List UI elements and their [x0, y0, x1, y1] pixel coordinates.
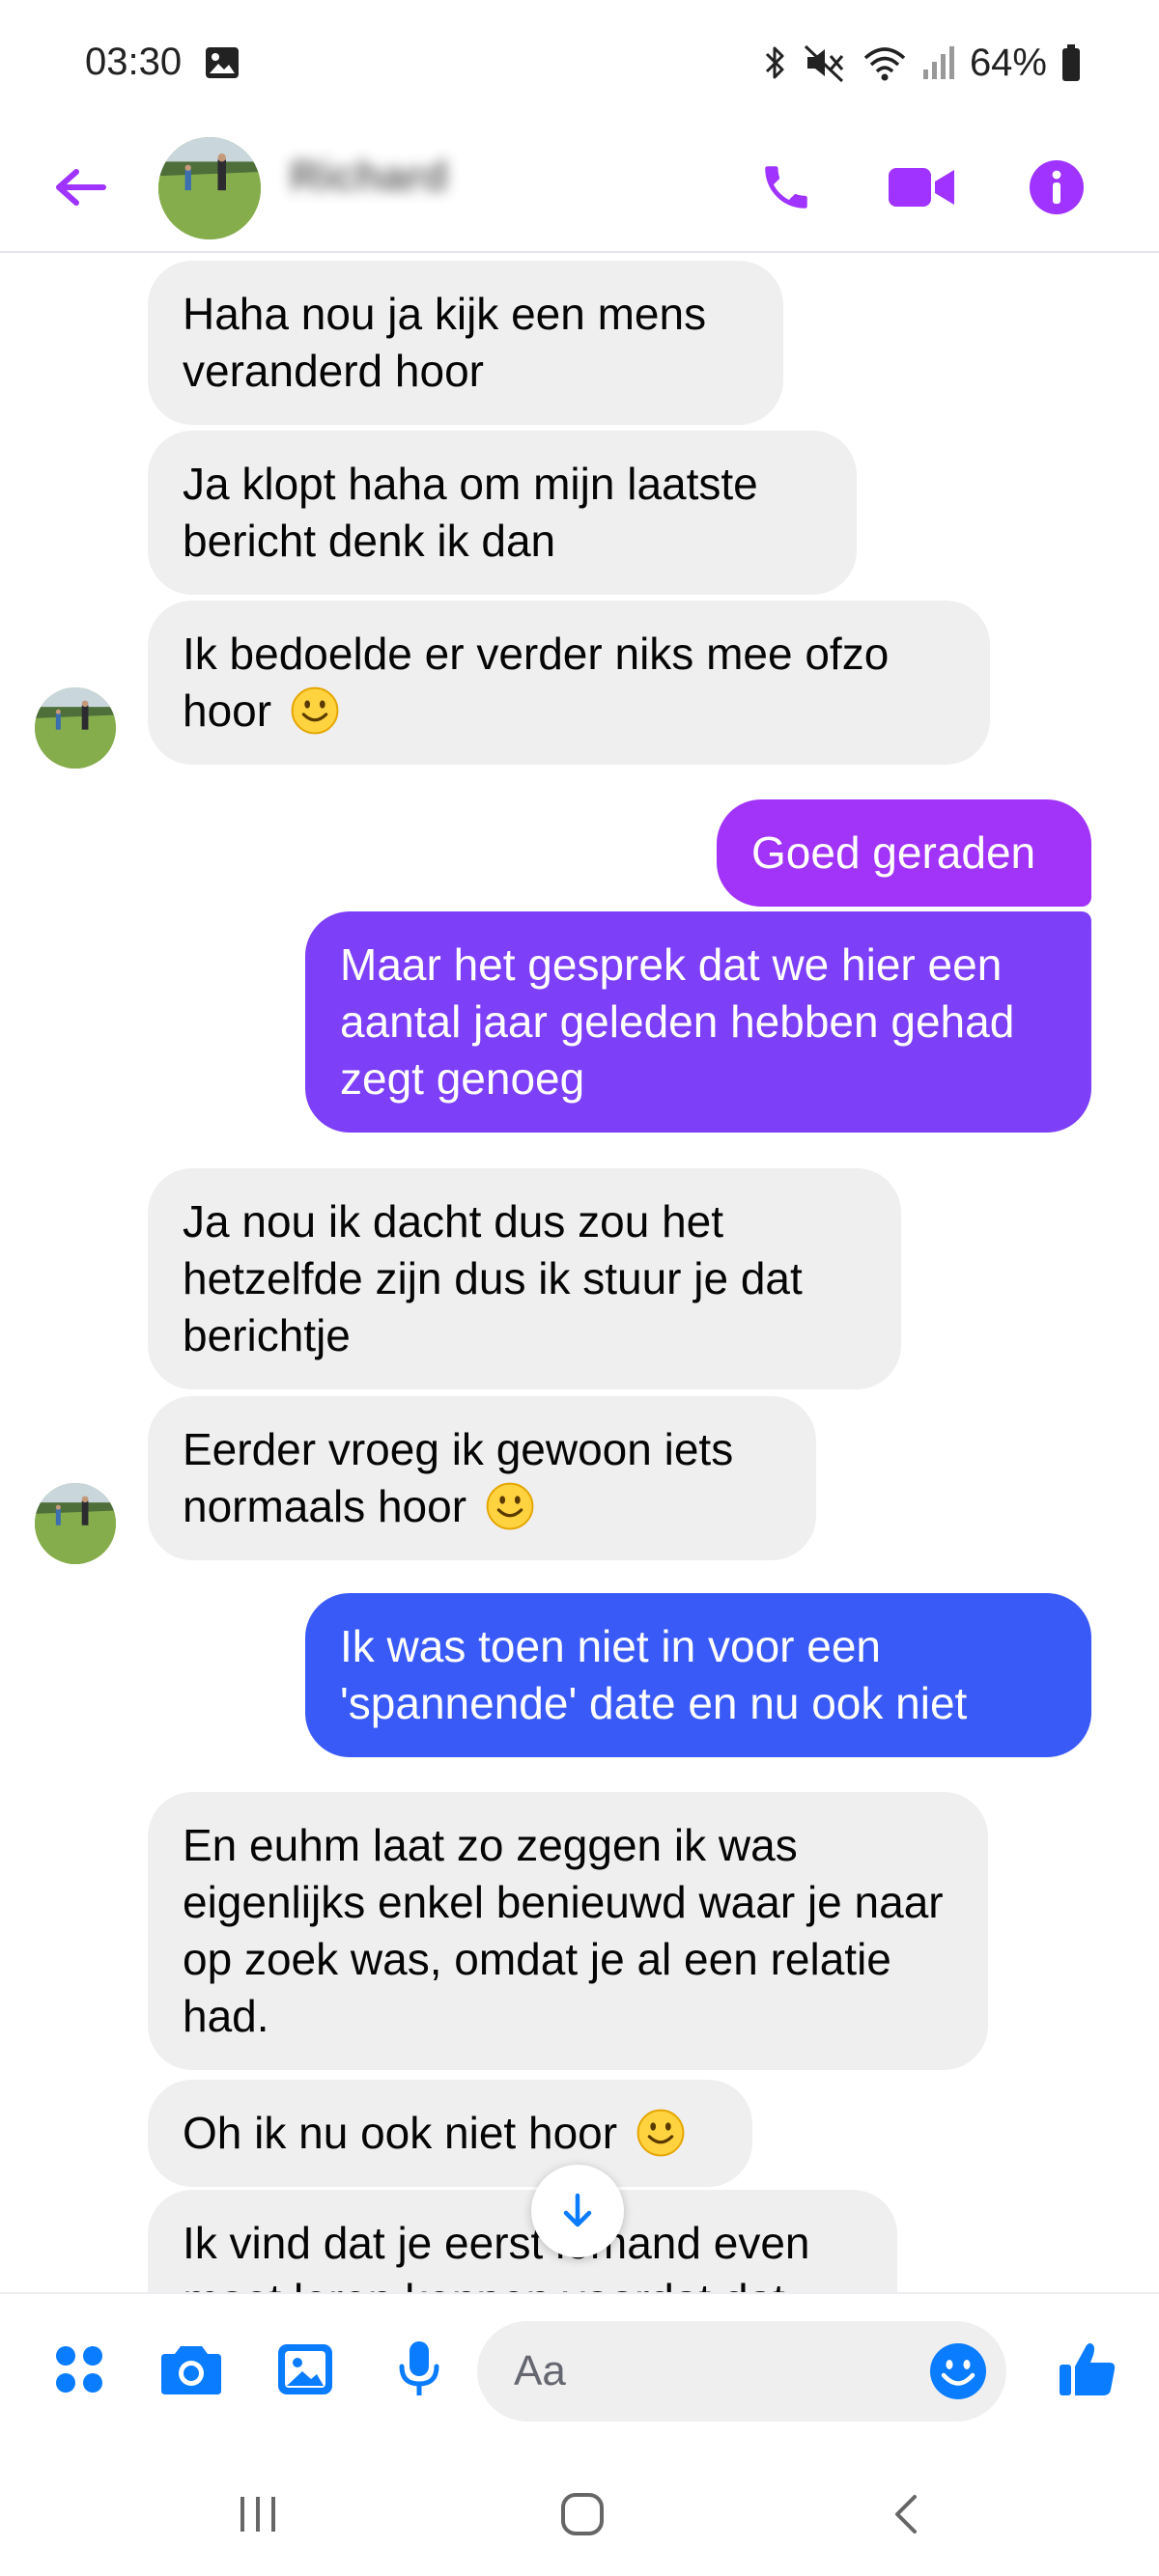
- bluetooth-icon: [765, 46, 784, 79]
- battery-icon: [1062, 44, 1080, 81]
- system-navigation-bar: [0, 2447, 1159, 2576]
- back-button[interactable]: [46, 149, 114, 226]
- contact-avatar-small[interactable]: [35, 1483, 116, 1564]
- gallery-icon: [206, 47, 239, 78]
- message-bubble-outgoing[interactable]: Maar het gesprek dat we hier een aantal …: [305, 911, 1091, 1133]
- wifi-icon: [863, 47, 906, 81]
- message-text: Maar het gesprek dat we hier een aantal …: [340, 939, 1015, 1104]
- arrow-down-icon: [563, 2193, 592, 2227]
- scroll-to-bottom-button[interactable]: [531, 2165, 624, 2257]
- signal-icon: [922, 46, 954, 79]
- message-bubble-outgoing[interactable]: Goed geraden: [717, 799, 1091, 907]
- message-bubble-incoming[interactable]: Oh ik nu ook niet hoor: [148, 2080, 752, 2187]
- emoji-button[interactable]: [919, 2333, 997, 2410]
- status-time: 03:30: [85, 41, 183, 83]
- message-text: Ja klopt haha om mijn laatste bericht de…: [183, 459, 758, 566]
- info-icon: [1030, 160, 1084, 214]
- phone-icon: [765, 166, 807, 209]
- video-call-button[interactable]: [879, 145, 964, 230]
- status-bar: 03:30 64%: [0, 0, 1159, 126]
- gallery-button[interactable]: [265, 2329, 346, 2410]
- message-bubble-incoming[interactable]: Ja klopt haha om mijn laatste bericht de…: [148, 431, 857, 595]
- message-bubble-incoming[interactable]: Ja nou ik dacht dus zou het hetzelfde zi…: [148, 1168, 901, 1389]
- apps-grid-icon: [56, 2346, 102, 2393]
- avatar-image: [35, 1483, 116, 1564]
- slightly-smiling-face-icon: [636, 2108, 686, 2158]
- home-icon: [561, 2493, 604, 2535]
- message-bubble-incoming[interactable]: Haha nou ja kijk een mens veranderd hoor: [148, 261, 783, 425]
- contact-avatar[interactable]: [158, 137, 261, 239]
- gallery-icon: [278, 2344, 332, 2394]
- message-bubble-incoming[interactable]: Eerder vroeg ik gewoon iets normaals hoo…: [148, 1396, 816, 1560]
- thumbs-up-icon: [1060, 2343, 1116, 2395]
- avatar-image: [35, 687, 116, 769]
- camera-button[interactable]: [151, 2329, 232, 2410]
- status-icons: 64%: [761, 39, 1082, 87]
- message-bubble-incoming[interactable]: Ik bedoelde er verder niks mee ofzo hoor: [148, 601, 990, 765]
- message-text: Eerder vroeg ik gewoon iets normaals hoo…: [183, 1424, 734, 1531]
- message-text: En euhm laat zo zeggen ik was eigenlijks…: [183, 1820, 944, 2041]
- back-icon: [895, 2495, 917, 2534]
- message-text: Ja nou ik dacht dus zou het hetzelfde zi…: [183, 1196, 803, 1360]
- voice-button[interactable]: [379, 2329, 460, 2410]
- home-button[interactable]: [529, 2476, 636, 2553]
- message-text: Haha nou ja kijk een mens veranderd hoor: [183, 289, 707, 396]
- message-text: Ik was toen niet in voor een 'spannende'…: [340, 1621, 968, 1728]
- slightly-smiling-face-icon: [485, 1481, 535, 1531]
- info-button[interactable]: [1014, 145, 1099, 230]
- message-text: Ik bedoelde er verder niks mee ofzo hoor: [183, 629, 890, 736]
- microphone-icon: [399, 2341, 439, 2395]
- message-text: Oh ik nu ook niet hoor: [183, 2108, 618, 2158]
- message-bubble-incoming[interactable]: Ik vind dat je eerst iemand even moet le…: [148, 2190, 897, 2292]
- avatar-image: [158, 137, 261, 239]
- message-text: Ik vind dat je eerst iemand even moet le…: [183, 2218, 810, 2292]
- conversation-header: Richard: [0, 126, 1159, 253]
- recent-apps-button[interactable]: [205, 2476, 311, 2553]
- mute-vibrate-icon: [804, 44, 844, 83]
- system-back-button[interactable]: [854, 2476, 960, 2553]
- recent-apps-icon: [240, 2497, 275, 2532]
- back-arrow-icon: [56, 169, 106, 206]
- message-bubble-incoming[interactable]: En euhm laat zo zeggen ik was eigenlijks…: [148, 1792, 988, 2070]
- message-list[interactable]: Haha nou ja kijk een mens veranderd hoor…: [0, 253, 1159, 2292]
- contact-avatar-small[interactable]: [35, 687, 116, 769]
- battery-percent: 64%: [969, 41, 1047, 84]
- like-button[interactable]: [1047, 2329, 1128, 2410]
- camera-icon: [161, 2346, 221, 2394]
- contact-name[interactable]: Richard: [290, 153, 448, 201]
- video-camera-icon: [889, 168, 954, 207]
- emoji-icon: [930, 2343, 986, 2399]
- audio-call-button[interactable]: [744, 145, 829, 230]
- message-text: Goed geraden: [751, 827, 1036, 878]
- apps-button[interactable]: [39, 2329, 120, 2410]
- message-bubble-outgoing[interactable]: Ik was toen niet in voor een 'spannende'…: [305, 1593, 1091, 1757]
- slightly-smiling-face-icon: [290, 686, 340, 736]
- composer: [0, 2292, 1159, 2447]
